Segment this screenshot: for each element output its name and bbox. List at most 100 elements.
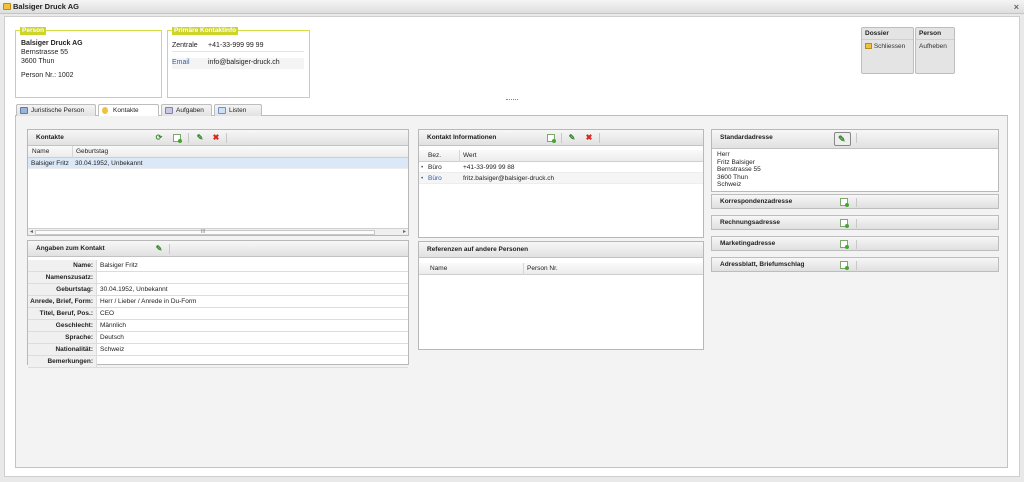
scroll-right-icon[interactable]: ▸ xyxy=(403,229,406,235)
company-street: Bernstrasse 55 xyxy=(21,49,69,56)
kontakt-info-panel: Kontakt Informationen ✎ ✖ Bez. Wert • Bü… xyxy=(418,129,704,238)
detail-row-titel: Titel, Beruf, Pos.: CEO xyxy=(28,308,408,320)
field-label: Nationalität: xyxy=(28,344,97,355)
column-bez[interactable]: Bez. xyxy=(428,150,441,162)
toolbar-divider xyxy=(226,133,227,143)
column-person-nr[interactable]: Person Nr. xyxy=(527,263,558,275)
person-actions-box: Person Aufheben xyxy=(915,27,955,74)
rechnungsadresse-header: Rechnungsadresse xyxy=(711,215,999,230)
new-info-icon[interactable] xyxy=(547,134,556,143)
info-bez-cell: Büro xyxy=(428,175,442,182)
column-birthday[interactable]: Geburtstag xyxy=(76,146,108,158)
delete-contact-icon[interactable]: ✖ xyxy=(212,134,220,142)
horizontal-scrollbar[interactable]: ◂ III ▸ xyxy=(28,228,408,235)
refresh-icon[interactable]: ⟳ xyxy=(155,134,163,142)
new-address-icon[interactable] xyxy=(840,240,849,249)
field-value: Schweiz xyxy=(100,346,125,353)
detail-row-namenszusatz: Namenszusatz: xyxy=(28,272,408,284)
detail-row-sprache: Sprache: Deutsch xyxy=(28,332,408,344)
field-value: Herr / Lieber / Anrede in Du-Form xyxy=(100,298,197,305)
table-row[interactable]: • Büro fritz.balsiger@balsiger-druck.ch xyxy=(419,173,703,184)
angaben-panel: Angaben zum Kontakt ✎ Name: Balsiger Frit… xyxy=(27,240,409,368)
referenzen-header: Referenzen auf andere Personen xyxy=(419,242,703,258)
edit-address-button[interactable]: ✎ xyxy=(834,132,851,146)
person-fieldset: Person Balsiger Druck AG Bernstrasse 55 … xyxy=(15,27,162,98)
bullet-icon: • xyxy=(421,175,424,182)
new-address-icon[interactable] xyxy=(840,219,849,228)
standardadresse-panel: Standardadresse ✎ Herr Fritz Balsiger Be… xyxy=(711,129,999,192)
edit-contact-icon[interactable]: ✎ xyxy=(196,134,204,142)
address-line: Fritz Balsiger xyxy=(717,158,755,166)
toolbar-divider xyxy=(856,198,857,207)
address-title: Marketingadresse xyxy=(720,240,776,247)
close-icon[interactable]: × xyxy=(1014,1,1019,13)
tab-label: Listen xyxy=(229,107,247,114)
person-icon xyxy=(102,107,108,114)
new-address-icon[interactable] xyxy=(840,198,849,207)
dossier-close-button[interactable]: Schliessen xyxy=(862,40,913,53)
standard-address-block: Herr Fritz Balsiger Bernstrasse 55 3600 … xyxy=(712,149,998,189)
person-legend: Person xyxy=(20,27,47,35)
table-row[interactable]: Balsiger Fritz 30.04.1952, Unbekannt xyxy=(28,158,408,169)
field-label: Titel, Beruf, Pos.: xyxy=(28,308,97,319)
splitter-handle[interactable] xyxy=(506,99,518,101)
toolbar-divider xyxy=(188,133,189,143)
kontakte-header: Kontakte ⟳ ✎ ✖ xyxy=(28,130,408,146)
bullet-icon: • xyxy=(421,164,424,171)
edit-info-icon[interactable]: ✎ xyxy=(568,134,576,142)
toolbar-divider xyxy=(599,133,600,143)
info-bez-cell: Büro xyxy=(428,164,442,171)
edit-details-icon[interactable]: ✎ xyxy=(155,245,163,253)
field-label: Anrede, Brief, Form: xyxy=(28,296,97,307)
referenzen-title: Referenzen auf andere Personen xyxy=(427,246,529,253)
dossier-close-label: Schliessen xyxy=(873,43,906,50)
window-title-bar: Balsiger Druck AG × xyxy=(0,0,1024,14)
scroll-left-icon[interactable]: ◂ xyxy=(30,229,33,235)
field-label: Namenszusatz: xyxy=(28,272,97,283)
toolbar-divider xyxy=(169,244,170,254)
toolbar-divider xyxy=(561,133,562,143)
tab-label: Aufgaben xyxy=(176,107,204,114)
kontakt-info-title: Kontakt Informationen xyxy=(427,134,497,141)
primary-contact-legend: Primäre Kontaktinfo xyxy=(172,27,239,35)
address-line: Herr xyxy=(717,151,730,158)
field-value: Deutsch xyxy=(100,334,124,341)
kontakte-panel: Kontakte ⟳ ✎ ✖ Name Geburtstag Balsiger … xyxy=(27,129,409,236)
contact-name-cell: Balsiger Fritz xyxy=(31,160,69,167)
person-abolish-button[interactable]: Aufheben xyxy=(916,40,954,53)
address-title: Rechnungsadresse xyxy=(720,219,780,226)
kontakt-info-column-header: Bez. Wert xyxy=(419,150,703,162)
scroll-grip: III xyxy=(201,229,206,235)
adressblatt-header: Adressblatt, Briefumschlag xyxy=(711,257,999,272)
table-row[interactable]: • Büro +41-33-999 99 88 xyxy=(419,162,703,173)
pencil-icon: ✎ xyxy=(838,134,846,144)
kontakte-title: Kontakte xyxy=(36,134,64,141)
tab-label: Kontakte xyxy=(113,107,139,114)
new-contact-icon[interactable] xyxy=(173,134,182,143)
dossier-title: Dossier xyxy=(862,28,913,40)
column-name[interactable]: Name xyxy=(32,146,49,158)
tab-bar: Juristische Person Kontakte Aufgaben Lis… xyxy=(15,103,1008,118)
tasks-icon xyxy=(165,107,173,114)
building-icon xyxy=(20,107,28,114)
email-value[interactable]: info@balsiger-druck.ch xyxy=(208,58,280,67)
address-line: 3600 Thun xyxy=(717,173,748,181)
tab-label: Juristische Person xyxy=(31,107,85,114)
info-wert-cell: fritz.balsiger@balsiger-druck.ch xyxy=(463,175,555,182)
info-wert-cell: +41-33-999 99 88 xyxy=(463,164,515,171)
referenzen-panel: Referenzen auf andere Personen Name Pers… xyxy=(418,241,704,350)
field-label: Geburtstag: xyxy=(28,284,97,295)
angaben-header: Angaben zum Kontakt ✎ xyxy=(28,241,408,257)
field-label: Name: xyxy=(28,260,97,271)
toolbar-divider xyxy=(856,219,857,228)
person-number: Person Nr.: 1002 xyxy=(21,72,74,79)
angaben-title: Angaben zum Kontakt xyxy=(36,245,105,252)
detail-row-anrede: Anrede, Brief, Form: Herr / Lieber / Anre… xyxy=(28,296,408,308)
column-name[interactable]: Name xyxy=(430,263,447,275)
address-line: Bernstrasse 55 xyxy=(717,166,761,173)
standardadresse-header: Standardadresse ✎ xyxy=(712,130,998,149)
delete-info-icon[interactable]: ✖ xyxy=(585,134,593,142)
list-icon xyxy=(218,107,226,114)
column-wert[interactable]: Wert xyxy=(463,150,477,162)
new-address-icon[interactable] xyxy=(840,261,849,270)
